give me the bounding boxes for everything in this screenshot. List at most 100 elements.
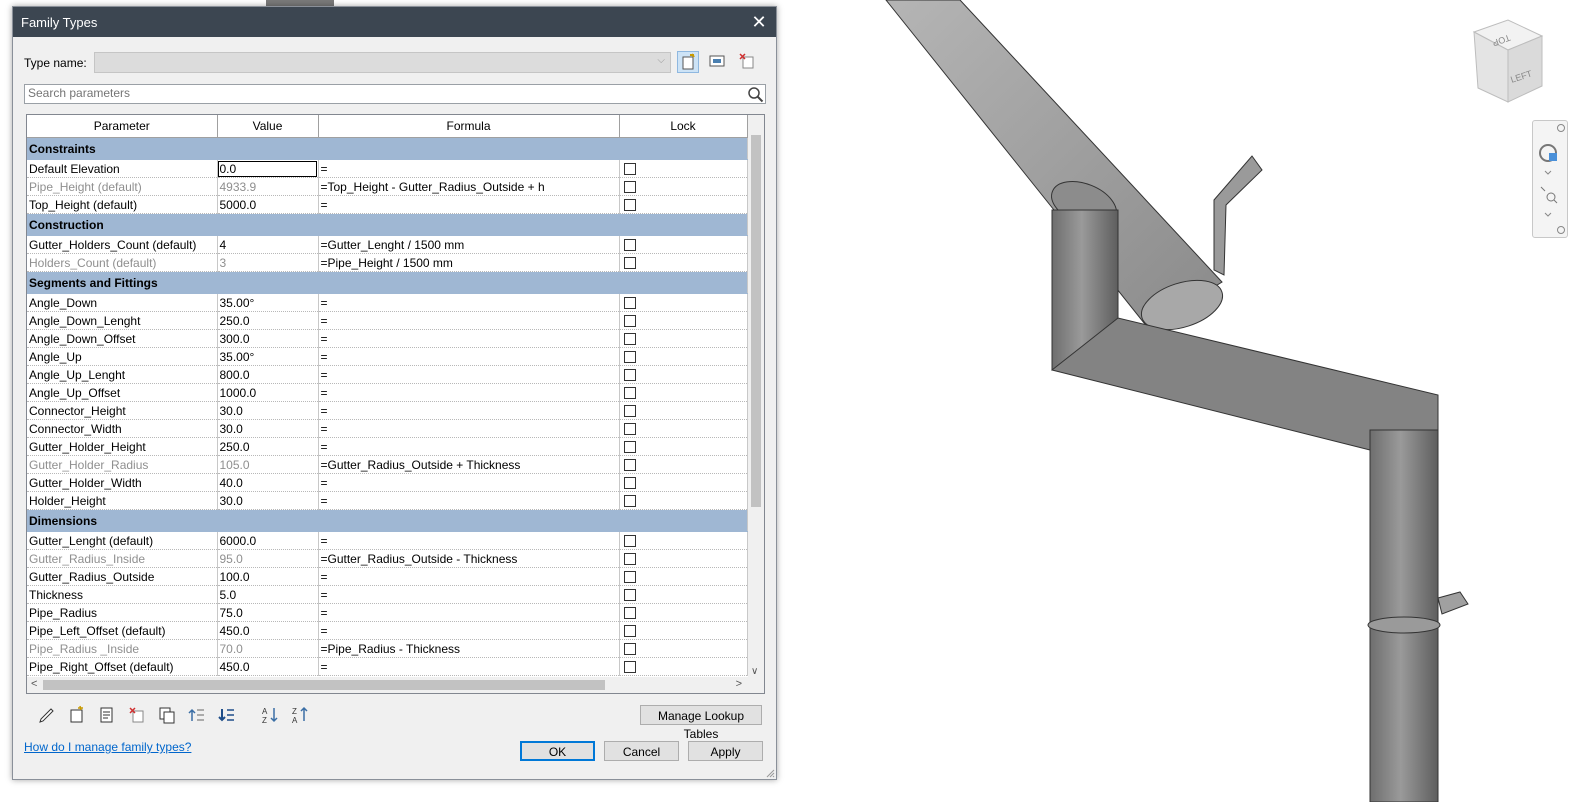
delete-type-button[interactable]: [737, 51, 759, 73]
table-row[interactable]: Gutter_Holder_Width 40.0 =: [27, 473, 748, 492]
parameter-formula[interactable]: =: [318, 365, 620, 384]
parameter-formula[interactable]: =: [318, 419, 620, 438]
scroll-down-icon[interactable]: ∨: [751, 666, 758, 677]
lock-checkbox[interactable]: [623, 163, 636, 176]
group-header[interactable]: Dimensions: [27, 509, 748, 532]
parameter-value[interactable]: 95.0: [217, 549, 319, 568]
table-row[interactable]: Connector_Width 30.0 =: [27, 419, 748, 438]
horizontal-scroll-thumb[interactable]: [43, 680, 605, 690]
scroll-right-icon[interactable]: >: [736, 678, 742, 690]
parameter-formula[interactable]: =: [318, 195, 620, 214]
parameter-value[interactable]: 250.0: [217, 311, 319, 330]
parameter-formula[interactable]: =: [318, 401, 620, 420]
parameter-value[interactable]: 5000.0: [217, 195, 319, 214]
group-header[interactable]: Segments and Fittings: [27, 271, 748, 294]
chevron-down-icon[interactable]: [1544, 170, 1552, 175]
parameter-formula[interactable]: =Gutter_Radius_Outside + Thickness: [318, 455, 620, 474]
table-row[interactable]: Pipe_Height (default) 4933.9 =Top_Height -…: [27, 177, 748, 196]
parameter-value[interactable]: 4: [217, 235, 319, 254]
parameter-formula[interactable]: =Pipe_Radius - Thickness: [318, 639, 620, 658]
group-header[interactable]: Constraints: [27, 137, 748, 160]
ok-button[interactable]: OK: [520, 741, 595, 761]
table-row[interactable]: Pipe_Left_Offset (default) 450.0 =: [27, 621, 748, 640]
parameter-name[interactable]: Gutter_Holders_Count (default): [27, 235, 218, 254]
vertical-scrollbar[interactable]: ∨: [748, 115, 764, 677]
parameter-formula[interactable]: =: [318, 531, 620, 550]
parameter-formula[interactable]: =: [318, 585, 620, 604]
lock-checkbox[interactable]: [623, 315, 636, 328]
zoom-icon[interactable]: [1540, 186, 1558, 204]
parameter-name[interactable]: Gutter_Holder_Height: [27, 437, 218, 456]
parameter-value[interactable]: 35.00°: [217, 347, 319, 366]
parameter-name[interactable]: Top_Height (default): [27, 195, 218, 214]
parameter-formula[interactable]: =: [318, 621, 620, 640]
search-icon[interactable]: [746, 85, 764, 103]
type-name-select[interactable]: ⌵: [94, 52, 671, 73]
parameter-value[interactable]: 30.0: [217, 491, 319, 510]
edit-parameter-icon[interactable]: [37, 705, 57, 725]
column-header-lock[interactable]: Lock: [619, 115, 748, 138]
parameter-value[interactable]: 300.0: [217, 329, 319, 348]
parameter-formula[interactable]: =: [318, 329, 620, 348]
parameter-value[interactable]: 1000.0: [217, 383, 319, 402]
parameter-name[interactable]: Angle_Down: [27, 293, 218, 312]
lock-checkbox[interactable]: [623, 661, 636, 674]
parameter-name[interactable]: Pipe_Right_Offset (default): [27, 657, 218, 676]
lock-checkbox[interactable]: [623, 553, 636, 566]
parameter-name[interactable]: Connector_Height: [27, 401, 218, 420]
table-row[interactable]: Gutter_Holder_Radius 105.0 =Gutter_Radius_…: [27, 455, 748, 474]
parameter-name[interactable]: Gutter_Lenght (default): [27, 531, 218, 550]
parameter-value[interactable]: 40.0: [217, 473, 319, 492]
lock-checkbox[interactable]: [623, 571, 636, 584]
lock-checkbox[interactable]: [623, 441, 636, 454]
move-up-icon[interactable]: [187, 705, 207, 725]
column-header-formula[interactable]: Formula: [318, 115, 620, 138]
parameter-formula[interactable]: =: [318, 383, 620, 402]
parameter-value[interactable]: 4933.9: [217, 177, 319, 196]
horizontal-scrollbar[interactable]: < >: [27, 677, 764, 693]
parameter-formula[interactable]: =: [318, 603, 620, 622]
table-row[interactable]: Angle_Down 35.00° =: [27, 293, 748, 312]
parameter-formula[interactable]: =: [318, 437, 620, 456]
parameter-formula[interactable]: =Gutter_Lenght / 1500 mm: [318, 235, 620, 254]
lock-checkbox[interactable]: [623, 297, 636, 310]
lock-checkbox[interactable]: [623, 181, 636, 194]
lock-checkbox[interactable]: [623, 477, 636, 490]
parameter-formula[interactable]: =: [318, 159, 620, 178]
column-header-value[interactable]: Value: [217, 115, 319, 138]
parameter-formula[interactable]: =Gutter_Radius_Outside - Thickness: [318, 549, 620, 568]
new-parameter-icon[interactable]: [67, 705, 87, 725]
parameter-formula[interactable]: =: [318, 657, 620, 676]
table-row[interactable]: Gutter_Lenght (default) 6000.0 =: [27, 531, 748, 550]
chevron-down-icon[interactable]: [1544, 212, 1552, 217]
parameter-value[interactable]: 70.0: [217, 639, 319, 658]
parameter-formula[interactable]: =Pipe_Height / 1500 mm: [318, 253, 620, 272]
parameter-value[interactable]: 105.0: [217, 455, 319, 474]
parameter-name[interactable]: Gutter_Radius_Outside: [27, 567, 218, 586]
parameter-name[interactable]: Angle_Down_Lenght: [27, 311, 218, 330]
table-row[interactable]: Gutter_Holders_Count (default) 4 =Gutter_L…: [27, 235, 748, 254]
lock-checkbox[interactable]: [623, 387, 636, 400]
parameter-name[interactable]: Holder_Height: [27, 491, 218, 510]
parameter-name[interactable]: Pipe_Height (default): [27, 177, 218, 196]
parameter-formula[interactable]: =: [318, 347, 620, 366]
steering-wheel-icon[interactable]: [1539, 144, 1557, 162]
edit-shared-icon[interactable]: [97, 705, 117, 725]
table-row[interactable]: Top_Height (default) 5000.0 =: [27, 195, 748, 214]
parameter-value[interactable]: 3: [217, 253, 319, 272]
parameter-formula[interactable]: =Top_Height - Gutter_Radius_Outside + h: [318, 177, 620, 196]
parameter-value[interactable]: 250.0: [217, 437, 319, 456]
table-row[interactable]: Angle_Down_Lenght 250.0 =: [27, 311, 748, 330]
lock-checkbox[interactable]: [623, 495, 636, 508]
parameter-name[interactable]: Pipe_Left_Offset (default): [27, 621, 218, 640]
table-row[interactable]: Angle_Up_Offset 1000.0 =: [27, 383, 748, 402]
lock-checkbox[interactable]: [623, 643, 636, 656]
parameter-name[interactable]: Gutter_Holder_Radius: [27, 455, 218, 474]
lock-checkbox[interactable]: [623, 239, 636, 252]
parameter-name[interactable]: Pipe_Radius: [27, 603, 218, 622]
column-header-parameter[interactable]: Parameter: [27, 115, 218, 138]
parameter-formula[interactable]: =: [318, 311, 620, 330]
lock-checkbox[interactable]: [623, 199, 636, 212]
resize-grip-icon[interactable]: [765, 768, 775, 778]
table-row[interactable]: Default Elevation 0.0 =: [27, 159, 748, 178]
